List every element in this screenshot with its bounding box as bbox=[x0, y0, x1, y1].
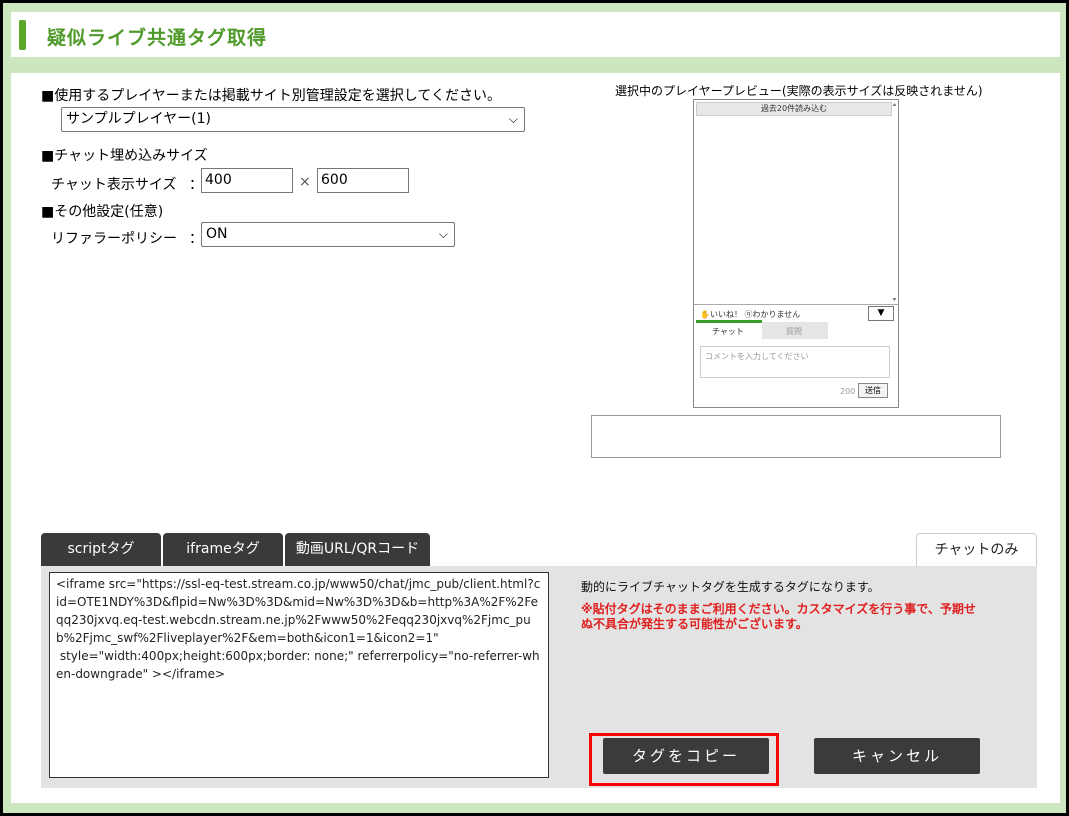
referrer-select-value: ON bbox=[206, 226, 228, 242]
active-tab-indicator bbox=[696, 320, 762, 323]
player-preview: 過去20件読み込む ✋いいね！ ⓠわかりません ▼ チャット 質問 コメントを入… bbox=[693, 99, 899, 408]
header-accent-bar bbox=[19, 20, 26, 50]
dialog-content: ■使用するプレイヤーまたは掲載サイト別管理設定を選択してください。 サンプルプレ… bbox=[11, 73, 1060, 803]
tab-chat[interactable]: チャット bbox=[712, 326, 744, 337]
char-count: 200 bbox=[840, 387, 856, 396]
player-select[interactable]: サンプルプレイヤー(1) ⌵ bbox=[61, 107, 525, 132]
page-title: 疑似ライブ共通タグ取得 bbox=[47, 27, 268, 49]
player-select-value: サンプルプレイヤー(1) bbox=[66, 111, 211, 127]
load-more-button[interactable]: 過去20件読み込む bbox=[696, 102, 892, 116]
chevron-down-icon: ⌵ bbox=[508, 112, 518, 126]
question-icon: ⓠ bbox=[744, 310, 753, 319]
tag-code-textarea[interactable]: <iframe src="https://ssl-eq-test.stream.… bbox=[49, 572, 549, 778]
size-section-heading: ■チャット埋め込みサイズ bbox=[41, 148, 208, 164]
chat-width-input[interactable]: 400 bbox=[201, 168, 293, 193]
copy-tag-button[interactable]: タグをコピー bbox=[603, 738, 769, 774]
dialog-frame: 疑似ライブ共通タグ取得 ■使用するプレイヤーまたは掲載サイト別管理設定を選択して… bbox=[3, 3, 1066, 813]
tab-video-url[interactable]: 動画URL/QRコード bbox=[285, 533, 430, 566]
tag-description: 動的にライブチャットタグを生成するタグになります。 bbox=[581, 580, 880, 594]
tab-iframe[interactable]: iframeタグ bbox=[163, 533, 283, 566]
chat-divider bbox=[694, 304, 898, 305]
unknown-label: わかりません bbox=[752, 310, 801, 319]
chat-size-label: チャット表示サイズ bbox=[51, 177, 177, 193]
preview-empty-box bbox=[591, 415, 1001, 458]
tag-warning: ※貼付タグはそのままご利用ください。カスタマイズを行う事で、予期せぬ不具合が発生… bbox=[581, 602, 976, 631]
comment-input[interactable]: コメントを入力してください bbox=[700, 346, 890, 378]
other-section-heading: ■その他設定(任意) bbox=[41, 204, 164, 220]
times-sign: × bbox=[299, 174, 311, 190]
thumbs-up-icon: ✋ bbox=[700, 310, 710, 319]
chat-height-input[interactable]: 600 bbox=[317, 168, 409, 193]
player-section-heading: ■使用するプレイヤーまたは掲載サイト別管理設定を選択してください。 bbox=[41, 88, 501, 104]
tab-question[interactable]: 質問 bbox=[786, 326, 802, 337]
chevron-down-icon[interactable]: ▼ bbox=[868, 306, 894, 321]
tab-script[interactable]: scriptタグ bbox=[41, 533, 161, 566]
referrer-policy-label: リファラーポリシー bbox=[51, 231, 177, 247]
send-button[interactable]: 送信 bbox=[858, 383, 888, 398]
referrer-policy-select[interactable]: ON ⌵ bbox=[201, 222, 455, 247]
cancel-button[interactable]: キャンセル bbox=[814, 738, 980, 774]
preview-caption: 選択中のプレイヤープレビュー(実際の表示サイズは反映されません) bbox=[615, 84, 983, 98]
tab-chat-only[interactable]: チャットのみ bbox=[916, 533, 1037, 566]
scrollbar[interactable] bbox=[892, 102, 897, 302]
like-label: いいね！ bbox=[709, 310, 742, 319]
tag-panel: <iframe src="https://ssl-eq-test.stream.… bbox=[41, 566, 1037, 788]
reaction-buttons[interactable]: ✋いいね！ ⓠわかりません bbox=[700, 309, 800, 320]
dialog-header: 疑似ライブ共通タグ取得 bbox=[11, 12, 1060, 57]
chevron-down-icon: ⌵ bbox=[438, 227, 448, 241]
